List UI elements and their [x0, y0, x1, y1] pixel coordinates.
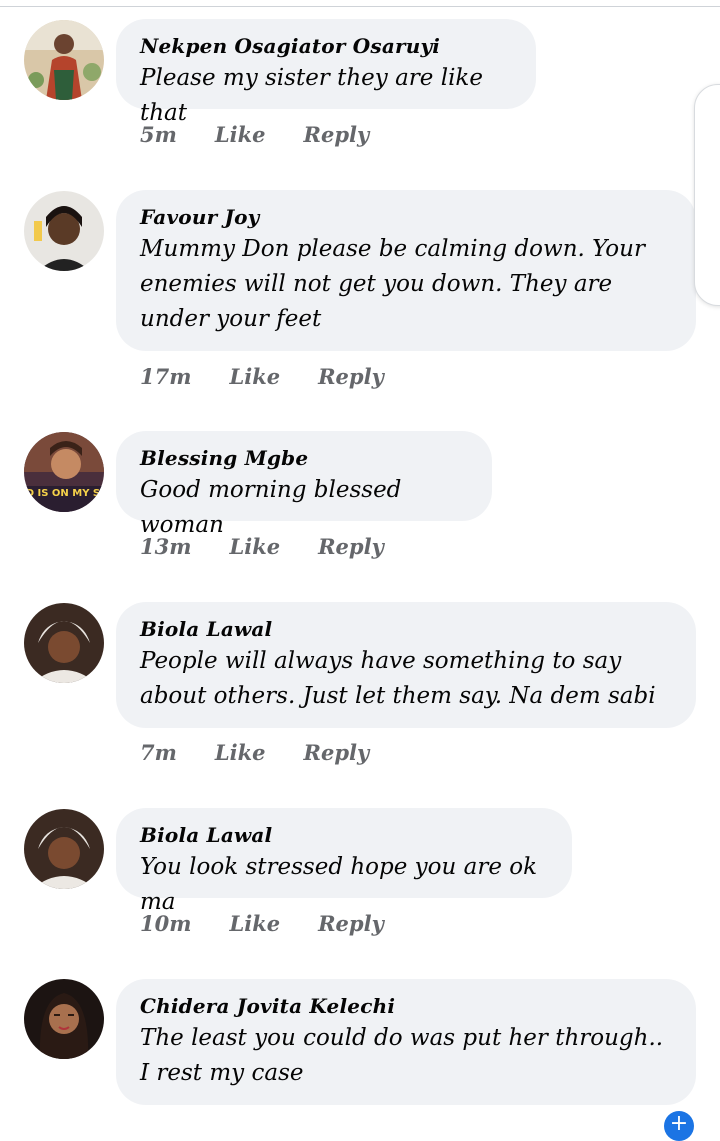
comment-bubble: Favour Joy Mummy Don please be calming d… — [116, 190, 696, 351]
avatar[interactable] — [24, 191, 104, 271]
comment-author[interactable]: Chidera Jovita Kelechi — [140, 993, 672, 1019]
comment-time[interactable]: 5m — [140, 122, 177, 147]
comment-bubble: Blessing Mgbe Good morning blessed woman — [116, 431, 492, 538]
comment-actions: 5m Like Reply — [140, 122, 407, 147]
comment-author[interactable]: Biola Lawal — [140, 822, 548, 848]
reply-button[interactable]: Reply — [318, 911, 384, 936]
reply-button[interactable]: Reply — [318, 534, 384, 559]
comment-text: Good morning blessed woman — [140, 477, 402, 538]
new-comment-icon[interactable]: + — [664, 1111, 694, 1141]
comment-time[interactable]: 7m — [140, 740, 177, 765]
comment-text: Mummy Don please be calming down. Your e… — [140, 236, 645, 332]
like-button[interactable]: Like — [229, 364, 280, 389]
reply-button[interactable]: Reply — [304, 740, 370, 765]
like-button[interactable]: Like — [229, 534, 280, 559]
reply-button[interactable]: Reply — [318, 364, 384, 389]
avatar-caption: GOD IS ON MY SIDE — [24, 488, 104, 499]
comment-time[interactable]: 13m — [140, 534, 191, 559]
comment-time[interactable]: 10m — [140, 911, 191, 936]
comment-text: The least you could do was put her throu… — [140, 1025, 664, 1086]
comment-actions: 17m Like Reply — [140, 364, 422, 389]
comment-actions: 10m Like Reply — [140, 911, 422, 936]
comment-bubble: Chidera Jovita Kelechi The least you cou… — [116, 979, 696, 1105]
comment-bubble: Biola Lawal You look stressed hope you a… — [116, 808, 572, 915]
reply-button[interactable]: Reply — [304, 122, 370, 147]
comment-bubble: Biola Lawal People will always have some… — [116, 602, 696, 728]
like-button[interactable]: Like — [215, 740, 266, 765]
comment-text: People will always have something to say… — [140, 648, 656, 709]
like-button[interactable]: Like — [229, 911, 280, 936]
comment-author[interactable]: Blessing Mgbe — [140, 445, 468, 471]
comment-actions: 13m Like Reply — [140, 534, 422, 559]
avatar[interactable] — [24, 979, 104, 1059]
avatar[interactable] — [24, 809, 104, 889]
comment-bubble: Nekpen Osagiator Osaruyi Please my siste… — [116, 19, 536, 126]
avatar[interactable]: GOD IS ON MY SIDE — [24, 432, 104, 512]
comment-text: You look stressed hope you are ok ma — [140, 854, 538, 915]
side-panel-edge — [694, 84, 720, 306]
avatar[interactable] — [24, 20, 104, 100]
comment-author[interactable]: Biola Lawal — [140, 616, 672, 642]
comment-time[interactable]: 17m — [140, 364, 191, 389]
comment-actions: 7m Like Reply — [140, 740, 407, 765]
top-divider — [0, 0, 720, 7]
comment-author[interactable]: Nekpen Osagiator Osaruyi — [140, 33, 512, 59]
comment-text: Please my sister they are like that — [140, 65, 483, 126]
like-button[interactable]: Like — [215, 122, 266, 147]
comment-author[interactable]: Favour Joy — [140, 204, 672, 230]
avatar[interactable] — [24, 603, 104, 683]
